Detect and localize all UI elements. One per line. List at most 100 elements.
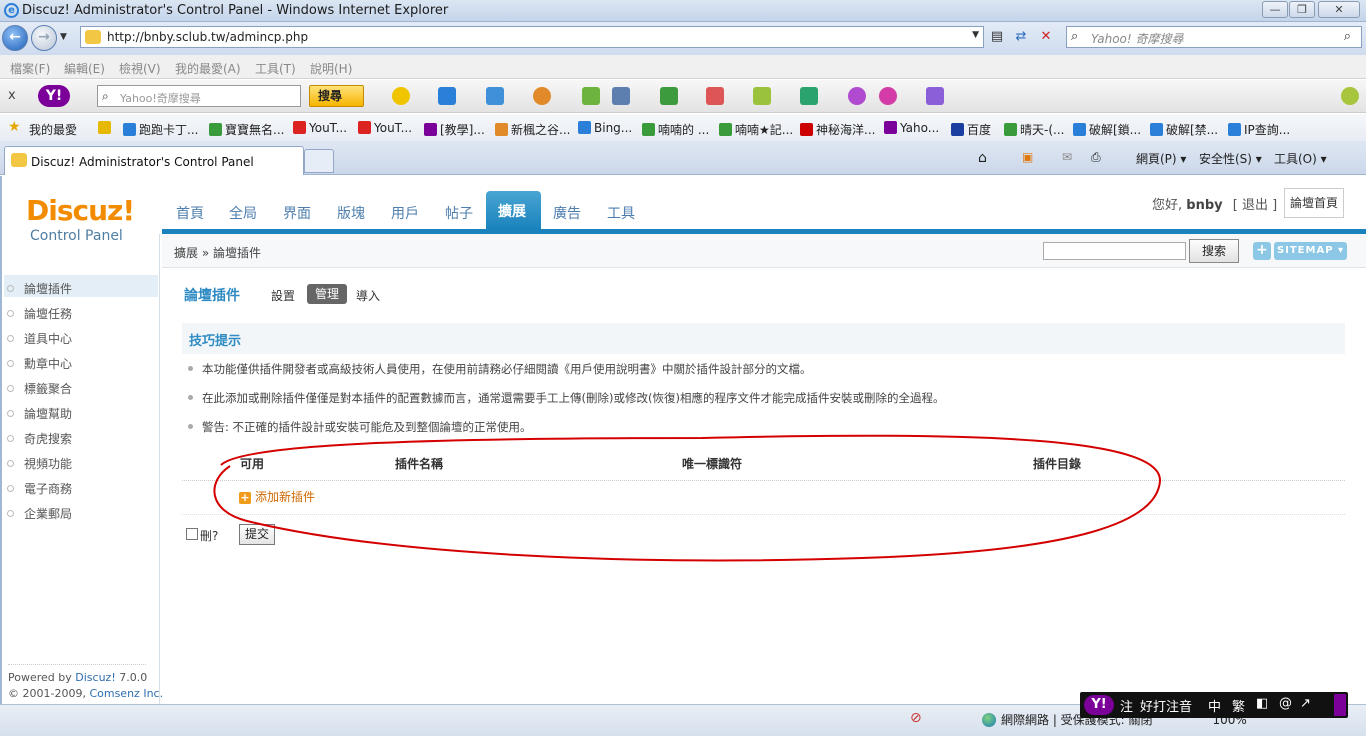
puzzle-icon[interactable] [926,87,944,105]
minimize-button[interactable]: — [1262,1,1288,18]
favorite-link[interactable]: 寶寶無名... [209,121,284,138]
protected-mode-icon[interactable]: ⊘ [910,710,922,726]
favorite-link-label: 喃喃★記... [735,123,794,137]
ime-arrow-icon[interactable]: ↗ [1300,696,1311,711]
favorite-link[interactable]: YouT... [293,121,347,135]
favorite-link[interactable]: IP查詢... [1228,121,1290,138]
game-icon[interactable] [660,87,678,105]
stop-icon[interactable]: ✕ [1035,27,1057,48]
menu-help[interactable]: 說明(H) [310,60,352,77]
favorite-link[interactable]: 破解[鎖... [1073,121,1141,138]
close-window-button[interactable]: ✕ [1318,1,1360,18]
new-tab-button[interactable] [304,149,334,173]
address-dropdown-icon[interactable]: ▼ [972,30,979,40]
favorite-link[interactable]: 喃喃的 ... [642,121,709,138]
feeds-icon[interactable]: ▣ [1022,150,1033,164]
favorites-star-icon[interactable]: ★ [8,119,21,135]
page-content: Discuz! Control Panel 擴展 首頁 全局 界面 版塊 用戶 … [0,176,1366,704]
page-menu[interactable]: 網頁(P) ▾ [1136,150,1186,167]
search-icon: ⌕ [1071,29,1079,44]
menu-file[interactable]: 檔案(F) [10,60,50,77]
menu-edit[interactable]: 編輯(E) [64,60,105,77]
menu-view[interactable]: 檢視(V) [119,60,161,77]
ime-zhuyin[interactable]: 注 [1120,696,1133,715]
address-bar[interactable]: http://bnby.sclub.tw/admincp.php ▼ [80,26,984,48]
yahoo-toolbar: x Y! ⌕ Yahoo!奇摩搜尋 搜尋 [0,80,1366,113]
recent-pages-dropdown-icon[interactable]: ▼ [60,32,67,42]
news-icon[interactable] [438,87,456,105]
ie-icon: e [4,3,19,18]
ime-logo[interactable]: Y! [1084,695,1114,715]
mail-icon[interactable]: ✉ [1062,150,1072,164]
tab-discuz-admin[interactable]: Discuz! Administrator's Control Panel [4,146,304,175]
menu-tools[interactable]: 工具(T) [255,60,296,77]
yahoo-logo[interactable]: Y! [38,85,70,107]
heart-icon[interactable] [848,87,866,105]
favorite-link-label: 破解[禁... [1166,123,1219,137]
menu-favorites[interactable]: 我的最愛(A) [175,60,241,77]
favorite-link[interactable]: 神秘海洋... [800,121,875,138]
favorite-link[interactable]: 晴天-(... [1004,121,1064,138]
search-placeholder: Yahoo! 奇摩搜尋 [1091,32,1184,46]
bookmark-icon[interactable] [582,87,600,105]
compatibility-view-icon[interactable]: ▤ [986,27,1008,48]
calendar-icon[interactable] [706,87,724,105]
safety-menu[interactable]: 安全性(S) ▾ [1199,150,1262,167]
favorite-link[interactable]: 喃喃★記... [719,121,793,138]
red-annotation-loop [213,434,1162,562]
ime-mode[interactable]: 好打注音 [1140,696,1192,715]
favorite-link-label: 百度 [967,123,992,137]
favorite-link-label: 神秘海洋... [816,123,876,137]
favorite-link[interactable]: 跑跑卡丁... [123,121,198,138]
favorite-link[interactable]: YouT... [358,121,412,135]
favorite-link[interactable]: [教學]... [424,121,485,138]
address-url: http://bnby.sclub.tw/admincp.php [107,30,309,44]
favorite-link-label: Yaho... [900,121,940,135]
mail-icon[interactable] [486,87,504,105]
favorite-link[interactable]: Bing... [578,121,632,135]
pencil-icon[interactable] [753,87,771,105]
favorite-link[interactable]: 破解[禁... [1150,121,1218,138]
chat-icon[interactable] [879,87,897,105]
favorite-link[interactable]: 百度 [951,121,991,138]
ime-traditional[interactable]: 繁 [1232,696,1245,715]
favorite-link[interactable]: 新楓之谷... [495,121,570,138]
ime-fullwidth-icon[interactable]: ◧ [1256,696,1268,711]
favorites-bar: ★ 我的最愛 跑跑卡丁... 寶寶無名... YouT... YouT... [… [0,114,1366,141]
back-button[interactable]: ← [2,25,28,51]
favorite-link-label: 寶寶無名... [225,123,285,137]
tools-menu[interactable]: 工具(O) ▾ [1274,150,1327,167]
favorites-label[interactable]: 我的最愛 [29,121,77,138]
internet-zone-icon [982,713,996,727]
search-go-icon[interactable]: ⌕ [1344,29,1351,44]
ime-symbol-icon[interactable]: @ [1279,696,1292,711]
print-icon[interactable]: ⎙ [1091,150,1101,165]
messenger-icon[interactable] [533,87,551,105]
address-row: ← → ▼ http://bnby.sclub.tw/admincp.php ▼… [0,22,1366,55]
maximize-button[interactable]: ❐ [1289,1,1315,18]
yahoo-search-input[interactable]: ⌕ Yahoo!奇摩搜尋 [97,85,301,107]
add-favorite-icon[interactable] [98,121,114,135]
favorite-link-label: 破解[鎖... [1089,123,1142,137]
favorite-link-label: YouT... [309,121,348,135]
favorite-link-label: 跑跑卡丁... [139,123,199,137]
search-icon: ⌕ [102,89,109,103]
layout-icon[interactable] [612,87,630,105]
favorite-link-label: 喃喃的 ... [658,123,710,137]
favorite-link-label: IP查詢... [1244,123,1291,137]
ime-chinese[interactable]: 中 [1208,696,1221,715]
toolbar-close-icon[interactable]: x [8,88,16,103]
flag-icon[interactable] [800,87,818,105]
menu-bar: 檔案(F) 編輯(E) 檢視(V) 我的最愛(A) 工具(T) 說明(H) [0,55,1366,79]
forward-button[interactable]: → [31,25,57,51]
refresh-icon[interactable]: ⇄ [1010,27,1032,48]
page-favicon-icon [85,30,101,44]
search-box[interactable]: ⌕ Yahoo! 奇摩搜尋 ⌕ [1066,26,1362,48]
home-icon[interactable]: ⌂ [978,150,987,166]
favorite-link-label: [教學]... [440,123,485,137]
ime-handle[interactable] [1334,694,1346,716]
favorite-link[interactable]: Yaho... [884,121,939,135]
emoticon-icon[interactable] [392,87,410,105]
settings-gear-icon[interactable] [1341,87,1359,105]
yahoo-search-button[interactable]: 搜尋 [309,85,364,107]
